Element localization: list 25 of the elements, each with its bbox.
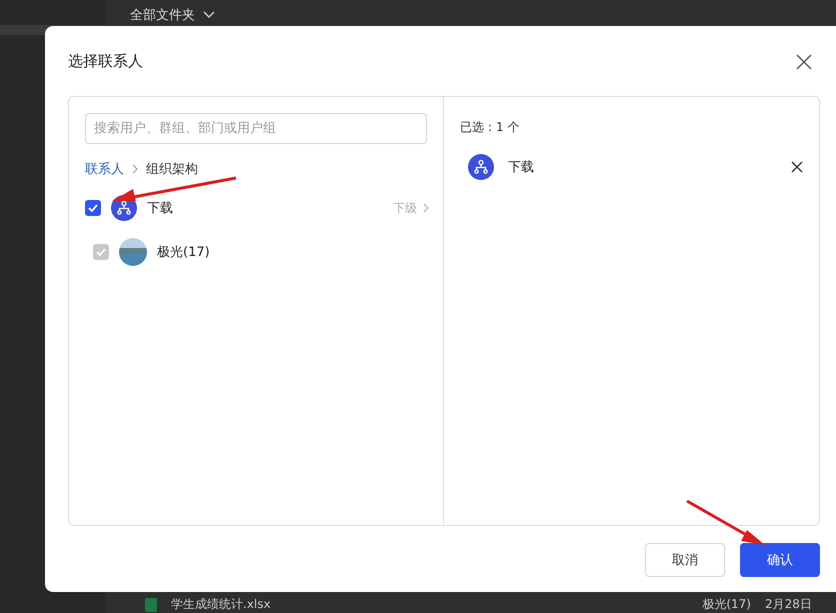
spreadsheet-icon bbox=[145, 598, 157, 612]
checkbox[interactable] bbox=[85, 200, 101, 216]
confirm-button[interactable]: 确认 bbox=[740, 543, 820, 577]
photo-placeholder bbox=[119, 238, 147, 266]
chevron-down-icon[interactable] bbox=[203, 11, 215, 19]
cancel-button[interactable]: 取消 bbox=[645, 543, 725, 577]
file-owner: 极光(17) bbox=[702, 596, 751, 613]
contact-name: 下载 bbox=[147, 200, 174, 217]
check-icon bbox=[96, 248, 106, 256]
file-date: 2月28日 bbox=[765, 596, 813, 613]
folder-title: 全部文件夹 bbox=[130, 7, 195, 24]
chevron-right-icon bbox=[132, 164, 138, 174]
close-icon[interactable] bbox=[796, 54, 812, 70]
dialog-title: 选择联系人 bbox=[68, 52, 143, 71]
file-name[interactable]: 学生成绩统计.xlsx bbox=[171, 596, 688, 613]
org-chart-icon bbox=[468, 154, 494, 180]
selected-count: 已选：1 个 bbox=[460, 119, 520, 136]
chevron-right-icon bbox=[423, 203, 429, 213]
remove-icon[interactable] bbox=[791, 161, 803, 173]
breadcrumb-link[interactable]: 联系人 bbox=[85, 160, 124, 178]
contact-name: 极光(17) bbox=[157, 244, 211, 261]
breadcrumb-current: 组织架构 bbox=[146, 161, 198, 178]
check-icon bbox=[88, 204, 98, 212]
selected-name: 下载 bbox=[508, 159, 535, 176]
search-field[interactable]: 搜索用户、群组、部门或用户组 bbox=[85, 113, 427, 144]
